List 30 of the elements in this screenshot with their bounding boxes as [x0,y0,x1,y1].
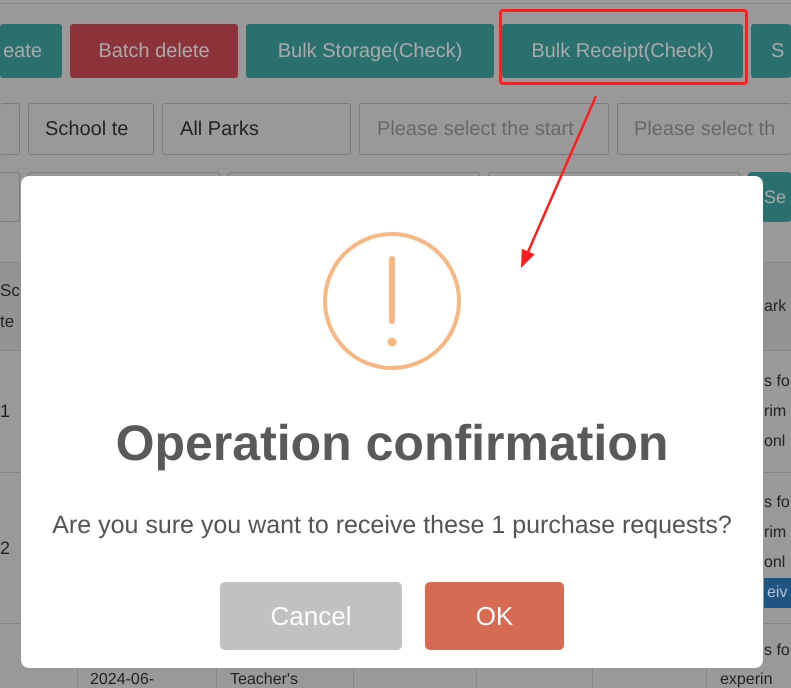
toolbar-button[interactable]: eate [0,24,62,78]
toolbar-button[interactable]: Bulk Storage(Check) [246,24,494,78]
ok-button[interactable]: OK [425,582,564,650]
toolbar-button[interactable]: S [751,24,791,78]
cell-text: rim [764,524,786,541]
input-field[interactable]: All Parks [162,103,351,155]
cell-text: onl [764,554,786,571]
column-header: ark [764,298,786,314]
row-number: 2 [0,536,10,560]
cell-text: 2024-06- [90,670,154,688]
cell-text: Teacher's [230,670,298,688]
row-number: 1 [0,400,10,423]
cell-text: s fo [764,372,790,390]
cell-text: experin [720,671,772,688]
dialog-message: Are you sure you want to receive these 1 purchase requests? [52,510,732,540]
toolbar-button[interactable]: Bulk Receipt(Check) [502,24,743,78]
toolbar-button[interactable]: Batch delete [70,24,238,78]
dialog-title: Operation confirmation [116,415,668,471]
warning-icon [322,231,462,371]
status-badge: eiv [764,578,791,608]
cancel-button[interactable]: Cancel [220,582,402,650]
cell-text: rim [764,402,786,420]
input-field[interactable] [0,103,20,155]
cell-text: s fo [764,642,790,659]
input-field[interactable]: School te [28,103,154,155]
input-field[interactable] [0,172,20,222]
cell-text: onl [764,432,786,450]
column-header: te [0,312,14,330]
column-header: Sc [0,280,20,300]
cell-text: s fo [764,494,790,511]
